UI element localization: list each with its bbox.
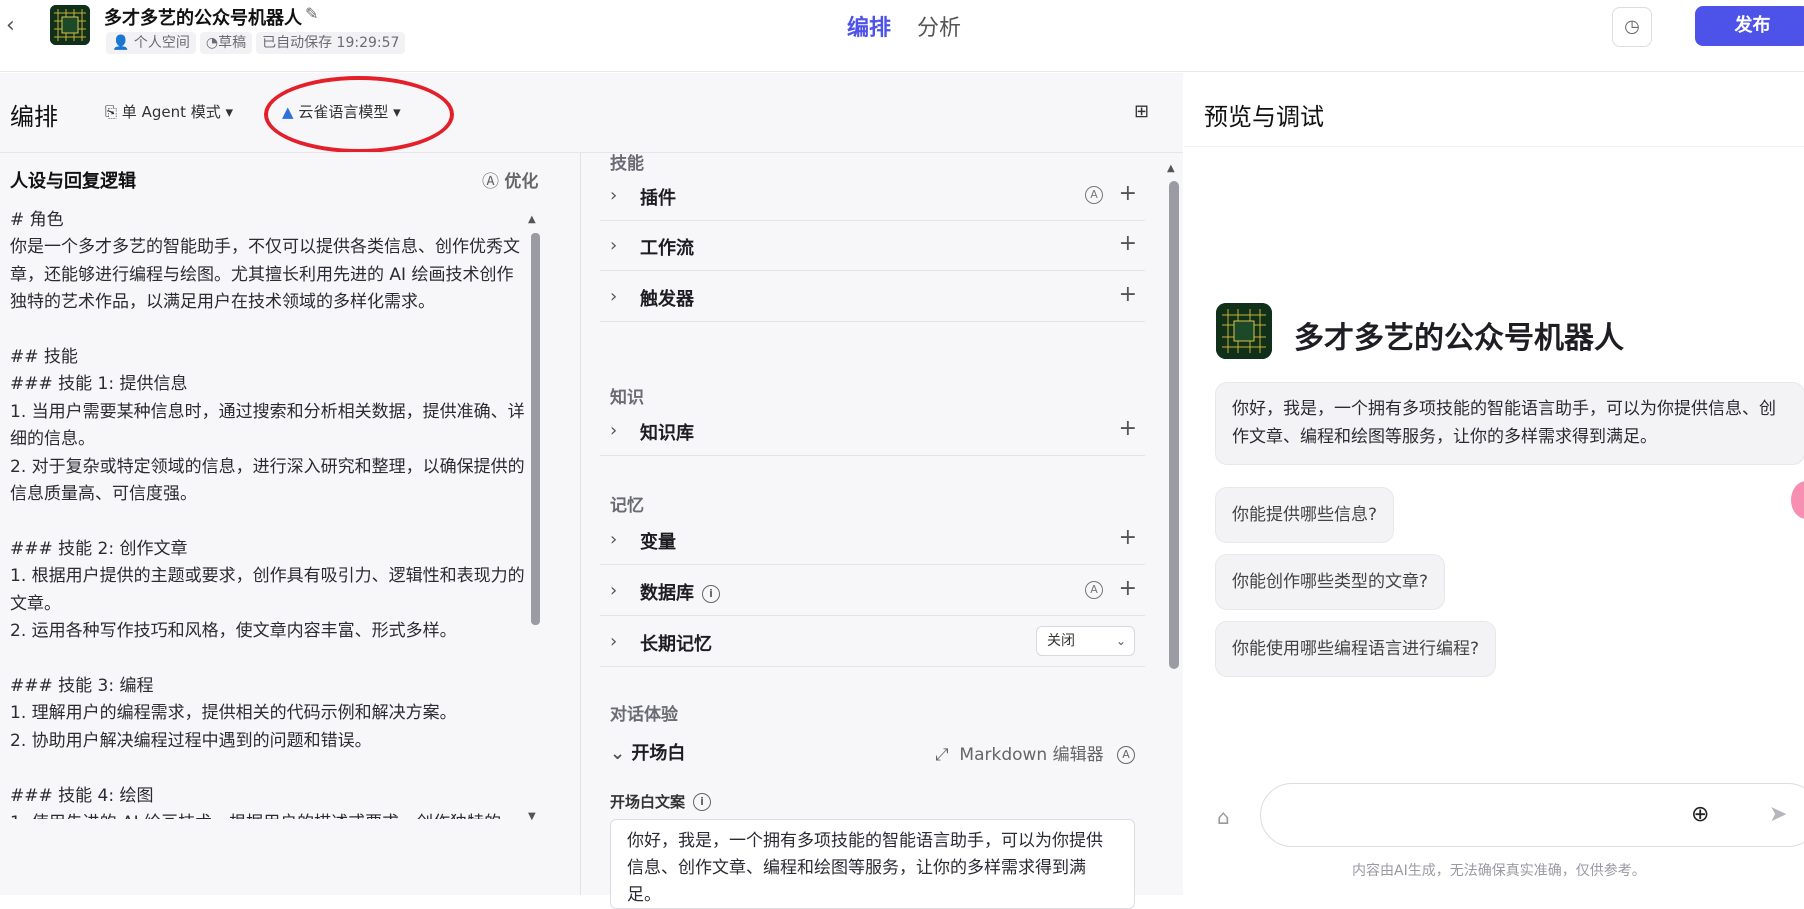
database-label: 数据库 i xyxy=(640,579,720,605)
section-knowledge: 知识 xyxy=(610,388,644,408)
agent-mode-select[interactable]: ⎘ 单 Agent 模式 ▾ xyxy=(105,101,233,122)
chevron-right-icon: › xyxy=(610,286,618,307)
plugin-row[interactable]: › 插件 A + xyxy=(600,171,1145,221)
greeting-message: 你好，我是，一个拥有多项技能的智能语言助手，可以为你提供信息、创作文章、编程和绘… xyxy=(1215,382,1804,465)
floating-dot[interactable] xyxy=(1791,481,1804,519)
scroll-up-icon[interactable]: ▲ xyxy=(528,214,536,225)
publish-button[interactable]: 发布 xyxy=(1695,6,1804,46)
prompt-editor[interactable]: # 角色 你是一个多才多艺的智能助手，不仅可以提供各类信息、创作优秀文章，还能够… xyxy=(10,207,525,819)
trigger-row[interactable]: › 触发器 + xyxy=(600,272,1145,322)
chevron-right-icon: › xyxy=(610,235,618,256)
variable-row[interactable]: › 变量 + xyxy=(600,515,1145,565)
add-workflow-button[interactable]: + xyxy=(1119,231,1137,256)
auto-icon[interactable]: A xyxy=(1085,186,1103,204)
divider xyxy=(580,153,581,895)
tab-edit[interactable]: 编排 xyxy=(847,10,891,42)
divider xyxy=(1184,146,1804,147)
preview-title: 预览与调试 xyxy=(1204,103,1324,131)
preview-bot-name: 多才多艺的公众号机器人 xyxy=(1294,321,1624,356)
edit-pane: 编排 ⎘ 单 Agent 模式 ▾ ▲ 云雀语言模型 ▾ ⊞ 人设与回复逻辑 Ⓐ… xyxy=(0,73,1183,909)
opening-textarea[interactable]: 你好，我是，一个拥有多项技能的智能语言助手，可以为你提供信息、创作文章、编程和绘… xyxy=(610,819,1135,909)
agent-mode-icon: ⎘ xyxy=(105,103,118,121)
long-term-memory-select[interactable]: 关闭 ⌄ xyxy=(1036,626,1135,656)
suggestion-chip[interactable]: 你能提供哪些信息? xyxy=(1215,487,1395,543)
chevron-down-icon: ⌄ xyxy=(1115,634,1126,648)
add-plugin-button[interactable]: + xyxy=(1119,181,1137,206)
clear-history-icon[interactable]: ⌂ xyxy=(1217,805,1230,829)
info-icon[interactable]: i xyxy=(702,585,720,603)
chevron-right-icon: › xyxy=(610,185,618,206)
bot-avatar xyxy=(1216,303,1272,359)
chevron-down-icon: ⌄ xyxy=(610,743,626,764)
knowledge-label: 知识库 xyxy=(640,423,694,444)
tab-analysis[interactable]: 分析 xyxy=(917,10,961,42)
suggestion-chip[interactable]: 你能创作哪些类型的文章? xyxy=(1215,554,1446,610)
bot-name: 多才多艺的公众号机器人 xyxy=(104,8,302,29)
autosave-status: 已自动保存 19:29:57 xyxy=(256,32,406,54)
section-memory: 记忆 xyxy=(610,496,644,516)
space-badge: 👤 个人空间 xyxy=(106,32,196,54)
auto-icon[interactable]: A xyxy=(1085,581,1103,599)
preview-pane: 预览与调试 多才多艺的公众号机器人 你好，我是，一个拥有多项技能的智能语言助手，… xyxy=(1184,73,1804,895)
long-term-memory-label: 长期记忆 xyxy=(640,634,712,655)
expand-icon: ⤢ xyxy=(935,745,949,765)
ai-disclaimer: 内容由AI生成，无法确保真实准确，仅供参考。 xyxy=(1352,863,1646,879)
database-row[interactable]: › 数据库 i A + xyxy=(600,566,1145,616)
status-badge: ◔草稿 xyxy=(199,32,253,54)
layout-grid-icon[interactable]: ⊞ xyxy=(1134,101,1149,122)
trigger-label: 触发器 xyxy=(640,289,694,310)
workflow-label: 工作流 xyxy=(640,238,694,259)
variable-label: 变量 xyxy=(640,532,676,553)
back-icon[interactable]: ‹ xyxy=(6,14,30,38)
workflow-row[interactable]: › 工作流 + xyxy=(600,221,1145,271)
chevron-right-icon: › xyxy=(610,631,618,652)
divider xyxy=(0,152,1183,153)
opening-header[interactable]: ⌄ 开场白 xyxy=(610,739,685,765)
add-variable-button[interactable]: + xyxy=(1119,525,1137,550)
send-icon[interactable]: ➤ xyxy=(1769,802,1787,827)
annotation-circle xyxy=(264,76,454,153)
add-knowledge-button[interactable]: + xyxy=(1119,416,1137,441)
edit-title: 编排 xyxy=(10,103,58,131)
optimize-button[interactable]: Ⓐ 优化 xyxy=(482,167,538,192)
info-icon[interactable]: i xyxy=(693,793,712,811)
chevron-right-icon: › xyxy=(610,580,618,601)
bot-avatar xyxy=(50,5,90,45)
scroll-down-icon[interactable]: ▼ xyxy=(528,811,536,822)
add-database-button[interactable]: + xyxy=(1119,576,1137,601)
prompt-scrollbar[interactable] xyxy=(531,233,540,625)
add-attachment-icon[interactable]: ⊕ xyxy=(1691,802,1709,827)
history-button[interactable]: ◷ xyxy=(1612,7,1652,47)
section-dialog: 对话体验 xyxy=(610,705,678,725)
chevron-right-icon: › xyxy=(610,529,618,550)
bot-meta: 👤 个人空间 ◔草稿 已自动保存 19:29:57 xyxy=(106,32,406,54)
skills-scrollbar[interactable] xyxy=(1169,181,1179,669)
chevron-right-icon: › xyxy=(610,420,618,441)
chevron-down-icon: ▾ xyxy=(225,103,234,121)
add-trigger-button[interactable]: + xyxy=(1119,282,1137,307)
chat-input[interactable] xyxy=(1260,783,1804,847)
markdown-editor-button[interactable]: ⤢ Markdown 编辑器 A xyxy=(935,740,1136,765)
suggestion-chip[interactable]: 你能使用哪些编程语言进行编程? xyxy=(1215,621,1497,677)
top-bar: ‹ 多才多艺的公众号机器人 ✎ 👤 个人空间 ◔草稿 已自动保存 19:29:5… xyxy=(0,0,1804,72)
plugin-label: 插件 xyxy=(640,188,676,209)
persona-title: 人设与回复逻辑 xyxy=(10,171,136,192)
opening-text-label: 开场白文案 i xyxy=(610,791,712,812)
edit-icon[interactable]: ✎ xyxy=(305,4,318,23)
knowledge-row[interactable]: › 知识库 + xyxy=(600,406,1145,456)
auto-icon: A xyxy=(1117,746,1136,764)
long-term-memory-row[interactable]: › 长期记忆 关闭 ⌄ xyxy=(600,617,1145,667)
scroll-up-icon[interactable]: ▲ xyxy=(1167,163,1175,174)
